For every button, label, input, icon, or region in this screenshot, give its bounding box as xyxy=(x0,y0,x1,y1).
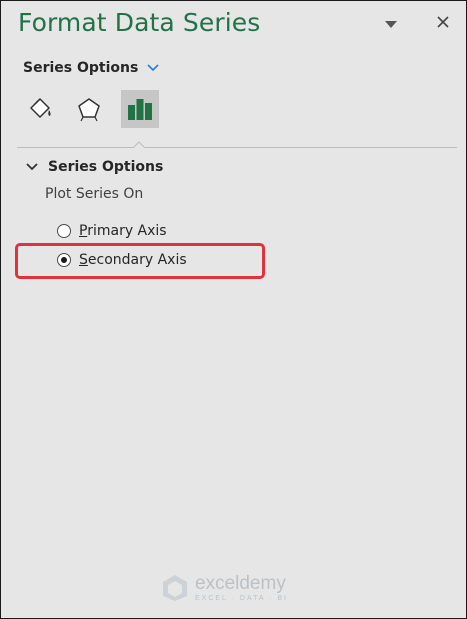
active-tab-pointer xyxy=(133,141,145,148)
format-data-series-pane: Format Data Series Series Options Series… xyxy=(0,0,467,619)
watermark-name: exceldemy xyxy=(195,573,286,594)
close-pane-button[interactable] xyxy=(435,14,451,30)
task-pane-options-dropdown[interactable] xyxy=(383,16,399,30)
chevron-down-icon xyxy=(26,163,38,171)
pentagon-icon xyxy=(78,98,100,122)
caret-down-icon xyxy=(385,21,397,28)
tab-series-options[interactable] xyxy=(121,90,159,128)
watermark-tagline: EXCEL · DATA · BI xyxy=(195,595,288,602)
paint-bucket-icon xyxy=(30,98,51,118)
bar-chart-icon xyxy=(128,99,152,120)
primary-axis-radio[interactable]: Primary Axis xyxy=(57,221,167,241)
series-options-section-toggle[interactable]: Series Options xyxy=(26,157,163,177)
close-icon xyxy=(437,16,449,28)
tab-fill-line[interactable] xyxy=(21,90,59,128)
secondary-axis-highlight-box xyxy=(15,243,265,279)
pane-title: Format Data Series xyxy=(18,8,261,37)
radio-circle[interactable] xyxy=(57,224,71,238)
plot-series-on-label: Plot Series On xyxy=(45,186,144,202)
exceldemy-watermark: exceldemy EXCEL · DATA · BI xyxy=(161,571,288,605)
primary-axis-label: Primary Axis xyxy=(79,223,167,239)
series-options-dropdown-label: Series Options xyxy=(23,60,139,76)
chevron-down-icon xyxy=(147,64,159,72)
section-title: Series Options xyxy=(48,159,164,175)
tab-effects[interactable] xyxy=(70,90,108,128)
series-options-dropdown[interactable]: Series Options xyxy=(23,57,160,79)
exceldemy-logo-icon xyxy=(163,575,187,601)
tab-divider xyxy=(17,147,457,148)
